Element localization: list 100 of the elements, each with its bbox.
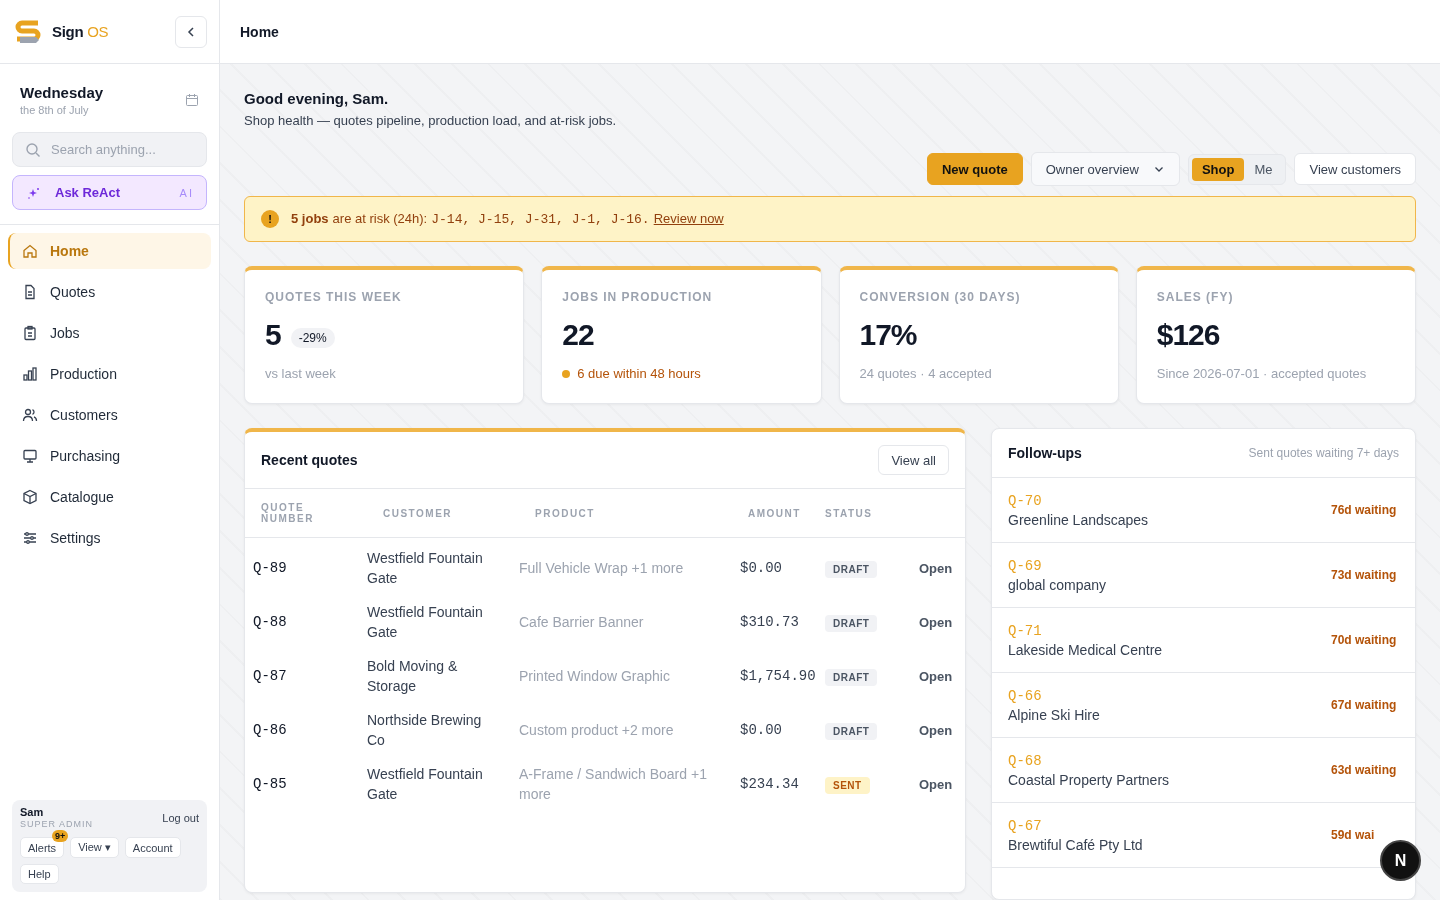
alert-count: 5 jobs (291, 211, 329, 226)
view-dropdown[interactable]: Owner overview (1030, 152, 1180, 186)
stat-note: Since 2026-07-01 · accepted quotes (1156, 366, 1367, 381)
amount-cell: $1,754.90 (740, 668, 816, 684)
search-icon (25, 142, 41, 158)
stat-value: $126 (1156, 318, 1220, 352)
waiting-time: 70d waiting (1331, 633, 1398, 647)
change-chip: -29% (290, 328, 335, 348)
open-link[interactable]: Open (919, 668, 953, 684)
nav-item[interactable]: Purchasing (8, 438, 211, 474)
new-quote-button[interactable]: New quote (927, 153, 1023, 185)
status-badge: DRAFT (825, 561, 878, 578)
customer-name: Alpine Ski Hire (1008, 706, 1100, 723)
column-header: AMOUNT (748, 507, 801, 519)
nav-item[interactable]: Quotes (8, 274, 211, 310)
product-cell: Cafe Barrier Banner (519, 614, 644, 630)
customer-name: global company (1008, 576, 1107, 593)
alert-text: are at risk (24h): (332, 211, 428, 226)
stat-note: vs last week (265, 366, 336, 381)
customer-name: Coastal Property Partners (1008, 771, 1170, 788)
customer-cell: Westfield Fountain Gate (367, 550, 483, 586)
stat-value: 17% (859, 318, 917, 352)
status-badge: DRAFT (825, 723, 878, 740)
status-badge: DRAFT (825, 615, 878, 632)
stat-note: 6 due within 48 hours (577, 366, 701, 381)
quote-number-cell: Q-87 (253, 668, 287, 684)
column-header: PRODUCT (535, 507, 595, 519)
nav-item[interactable]: Customers (8, 397, 211, 433)
user-role: SUPER ADMIN (20, 819, 93, 829)
open-link[interactable]: Open (919, 722, 953, 738)
stat-label: CONVERSION (30 DAYS) (859, 290, 1022, 304)
date-subtitle: the 8th of July (20, 104, 90, 116)
clipboard-icon (22, 325, 38, 341)
amount-cell: $310.73 (740, 614, 799, 630)
users-icon (22, 407, 38, 423)
status-badge: SENT (825, 777, 870, 794)
monitor-icon (22, 448, 38, 464)
view-all-button[interactable]: View all (878, 445, 949, 475)
quote-number-cell: Q-88 (253, 614, 287, 630)
logo-text: Sign OS (52, 23, 110, 40)
nav-item[interactable]: Settings (8, 520, 211, 556)
warning-icon: ! (261, 210, 279, 228)
scope-option[interactable]: Me (1244, 157, 1283, 181)
product-cell: Full Vehicle Wrap +1 more (519, 560, 684, 576)
stat-note: 24 quotes · 4 accepted (859, 366, 992, 381)
nav-item[interactable]: Production (8, 356, 211, 392)
customer-cell: Westfield Fountain Gate (367, 604, 483, 640)
open-link[interactable]: Open (919, 614, 953, 630)
customer-name: Greenline Landscapes (1008, 511, 1149, 528)
waiting-time: 63d waiting (1331, 763, 1398, 777)
document-icon (22, 284, 38, 300)
scope-option[interactable]: Shop (1191, 157, 1245, 181)
stat-value: 5 (265, 318, 281, 352)
quote-number-cell: Q-89 (253, 560, 287, 576)
bar-chart-icon (22, 366, 38, 382)
amount-cell: $234.34 (740, 776, 799, 792)
logo-icon (14, 18, 42, 45)
calendar-icon[interactable] (185, 93, 199, 107)
home-icon (22, 243, 38, 259)
user-menu-button[interactable]: Account (124, 837, 181, 858)
greeting-subtitle: Shop health — quotes pipeline, production load, and at-risk jobs. (244, 113, 618, 128)
open-link[interactable]: Open (919, 560, 953, 576)
customer-cell: Westfield Fountain Gate (367, 766, 483, 802)
customer-cell: Northside Brewing Co (367, 712, 482, 748)
logout-link[interactable]: Log out (162, 811, 199, 824)
stat-value: 22 (562, 318, 594, 352)
alerts-count-badge: 9+ (52, 830, 69, 842)
user-menu-button[interactable]: Help (20, 864, 59, 884)
greeting-title: Good evening, Sam. (244, 90, 390, 107)
stat-label: QUOTES THIS WEEK (265, 290, 403, 304)
ask-assistant-button[interactable]: Ask ReAct AI (12, 175, 207, 210)
view-customers-button[interactable]: View customers (1294, 153, 1416, 185)
product-cell: A-Frame / Sandwich Board +1 more (519, 766, 707, 802)
nav-item[interactable]: Catalogue (8, 479, 211, 515)
amount-cell: $0.00 (740, 722, 782, 738)
waiting-time: 67d waiting (1331, 698, 1398, 712)
panel-title: Recent quotes (261, 452, 358, 468)
customer-name: Lakeside Medical Centre (1008, 641, 1163, 658)
waiting-time: 73d waiting (1331, 568, 1398, 582)
user-name: Sam (20, 806, 45, 818)
amount-cell: $0.00 (740, 560, 782, 576)
sparkle-icon (27, 185, 41, 200)
nav-item[interactable]: Jobs (8, 315, 211, 351)
product-cell: Printed Window Graphic (519, 668, 670, 684)
user-menu-button[interactable]: View ▾ (70, 837, 119, 858)
sliders-icon (22, 530, 38, 546)
quote-number-cell: Q-85 (253, 776, 287, 792)
weekday-title: Wednesday (20, 84, 104, 101)
column-header: CUSTOMER (383, 507, 453, 519)
column-header: QUOTE NUMBER (261, 502, 314, 524)
panel-title: Follow-ups (1008, 445, 1082, 461)
alert-job-list: J-14, J-15, J-31, J-1, J-16. (431, 212, 650, 227)
status-badge: DRAFT (825, 669, 878, 686)
waiting-time: 59d wai (1331, 828, 1376, 842)
chevron-left-icon (185, 25, 197, 38)
page-title: Home (240, 23, 279, 40)
review-link[interactable]: Review now (653, 211, 724, 226)
search-field[interactable]: Search anything... (12, 132, 207, 167)
collapse-button[interactable] (175, 15, 207, 48)
open-link[interactable]: Open (919, 776, 953, 792)
